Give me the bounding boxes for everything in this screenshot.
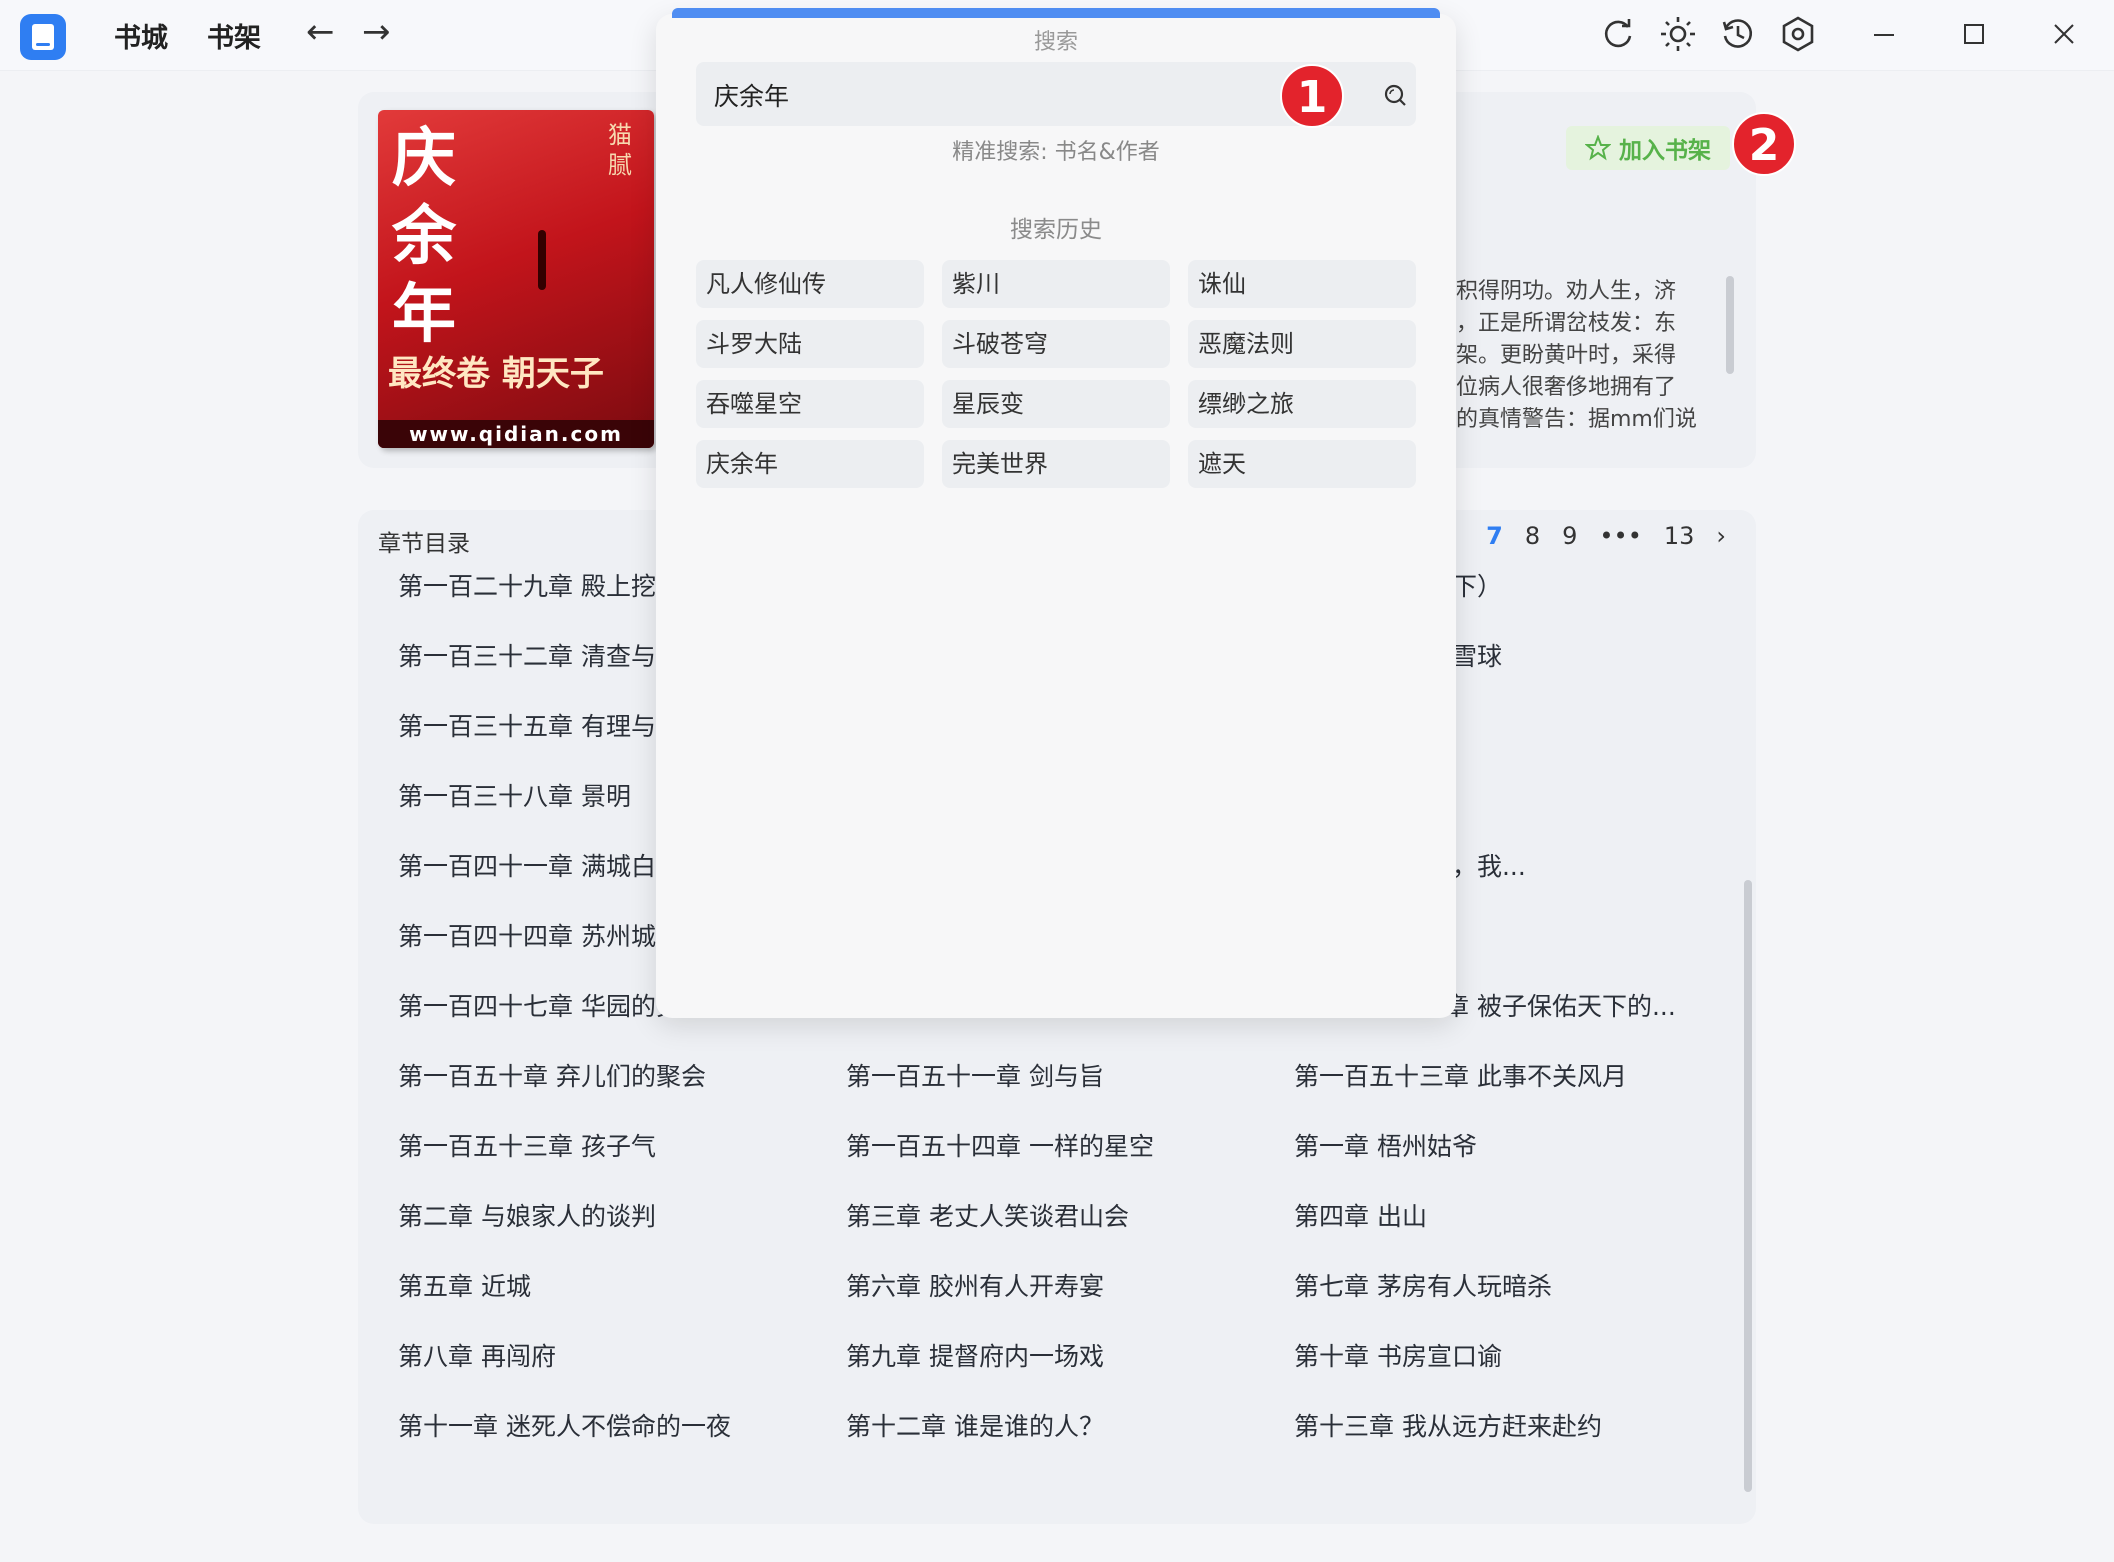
cover-author: 猫腻 <box>608 121 632 179</box>
description-line: 位病人很奢侈地拥有了 <box>1456 375 1677 400</box>
cover-figure <box>538 230 546 290</box>
chapter-item[interactable]: 第一章 梧州姑爷 <box>1294 1132 1714 1162</box>
description-scrollbar[interactable] <box>1726 276 1734 374</box>
page-7[interactable]: 7 <box>1486 522 1503 550</box>
cover-subtitle: 最终卷 朝天子 <box>388 354 604 394</box>
description-line: ，正是所谓岔枝发：东 <box>1456 311 1677 336</box>
search-history-item[interactable]: 缥缈之旅 <box>1188 380 1416 428</box>
chapter-item[interactable]: 第一百五十一章 剑与旨 <box>846 1062 1266 1092</box>
book-description: 积得阴功。劝人生，济 ，正是所谓岔枝发：东 架。更盼黄叶时，采得 位病人很奢侈地… <box>1456 276 1724 436</box>
history-icon[interactable] <box>1718 14 1758 54</box>
refresh-icon[interactable] <box>1598 14 1638 54</box>
close-icon[interactable] <box>2044 14 2084 54</box>
annotation-badge-2: 2 <box>1732 112 1796 176</box>
chapter-item[interactable]: 第十二章 谁是谁的人？ <box>846 1412 1266 1442</box>
maximize-icon[interactable] <box>1954 14 1994 54</box>
chapter-item[interactable]: 第十章 书房宣口谕 <box>1294 1342 1714 1372</box>
chapter-item[interactable]: 第七章 茅房有人玩暗杀 <box>1294 1272 1714 1302</box>
chapter-item[interactable]: 第一百五十四章 一样的星空 <box>846 1132 1266 1162</box>
chapter-item[interactable]: 第八章 再闯府 <box>398 1342 818 1372</box>
theme-brightness-icon[interactable] <box>1658 14 1698 54</box>
search-history-title: 搜索历史 <box>1010 217 1102 243</box>
chapter-item[interactable]: 第一百五十章 弃儿们的聚会 <box>398 1062 818 1092</box>
chapter-row: 第八章 再闯府 第九章 提督府内一场戏 第十章 书房宣口谕 <box>398 1342 1738 1412</box>
search-history-item[interactable]: 斗罗大陆 <box>696 320 924 368</box>
search-history-item[interactable]: 星辰变 <box>942 380 1170 428</box>
chapter-item[interactable]: 第九章 提督府内一场戏 <box>846 1342 1266 1372</box>
page-ellipsis[interactable]: ••• <box>1599 522 1641 550</box>
search-history-item[interactable]: 诛仙 <box>1188 260 1416 308</box>
chapter-item[interactable]: 第四章 出山 <box>1294 1202 1714 1232</box>
search-history-item[interactable]: 恶魔法则 <box>1188 320 1416 368</box>
chapter-item[interactable]: 第五章 近城 <box>398 1272 818 1302</box>
pagination: 7 8 9 ••• 13 › <box>1486 522 1726 550</box>
search-history-item[interactable]: 斗破苍穹 <box>942 320 1170 368</box>
chapter-item[interactable]: 第一百五十三章 此事不关风月 <box>1294 1062 1714 1092</box>
chapter-row: 第五章 近城 第六章 胶州有人开寿宴 第七章 茅房有人玩暗杀 <box>398 1272 1738 1342</box>
forward-arrow-icon[interactable]: → <box>362 12 391 52</box>
description-line: 积得阴功。劝人生，济 <box>1456 279 1677 304</box>
chapter-row: 第一百五十三章 孩子气 第一百五十四章 一样的星空 第一章 梧州姑爷 <box>398 1132 1738 1202</box>
search-popover-title: 搜索 <box>1033 30 1078 55</box>
cover-title: 庆余年 <box>392 121 456 352</box>
star-icon <box>1585 135 1611 161</box>
minimize-icon[interactable] <box>1864 14 1904 54</box>
chapter-item[interactable]: 第三章 老丈人笑谈君山会 <box>846 1202 1266 1232</box>
chapter-item[interactable]: 第十一章 迷死人不偿命的一夜 <box>398 1412 818 1442</box>
precise-search-hint: 精准搜索: 书名&作者 <box>952 140 1160 165</box>
chapter-row: 第二章 与娘家人的谈判 第三章 老丈人笑谈君山会 第四章 出山 <box>398 1202 1738 1272</box>
chapter-item[interactable]: 第十三章 我从远方赶来赴约 <box>1294 1412 1714 1442</box>
search-history-item[interactable]: 凡人修仙传 <box>696 260 924 308</box>
page-9[interactable]: 9 <box>1562 522 1577 550</box>
annotation-badge-1: 1 <box>1280 64 1344 128</box>
description-line: 的真情警告：据mm们说 <box>1456 407 1697 432</box>
search-input[interactable] <box>712 74 1276 116</box>
back-arrow-icon[interactable]: ← <box>306 12 335 52</box>
search-history-item[interactable]: 吞噬星空 <box>696 380 924 428</box>
add-to-shelf-label: 加入书架 <box>1619 138 1711 164</box>
search-history-item[interactable]: 紫川 <box>942 260 1170 308</box>
page-13[interactable]: 13 <box>1664 522 1695 550</box>
add-to-shelf-button[interactable]: 加入书架 <box>1566 126 1730 170</box>
chapter-list-title: 章节目录 <box>378 531 470 557</box>
chapter-item[interactable]: 第二章 与娘家人的谈判 <box>398 1202 818 1232</box>
next-page-icon[interactable]: › <box>1716 522 1726 550</box>
search-history-item[interactable]: 遮天 <box>1188 440 1416 488</box>
search-icon[interactable] <box>1382 82 1408 108</box>
search-popover: 搜索 精准搜索: 书名&作者 搜索历史 凡人修仙传紫川诛仙斗罗大陆斗破苍穹恶魔法… <box>656 8 1456 1018</box>
page-8[interactable]: 8 <box>1525 522 1540 550</box>
popover-accent-bar <box>672 8 1440 18</box>
description-line: 架。更盼黄叶时，采得 <box>1456 343 1677 368</box>
book-cover: 庆余年 猫腻 最终卷 朝天子 www.qidian.com <box>378 110 654 448</box>
chapter-row: 第十一章 迷死人不偿命的一夜 第十二章 谁是谁的人？ 第十三章 我从远方赶来赴约 <box>398 1412 1738 1482</box>
tab-bookshelf[interactable]: 书架 <box>207 16 261 55</box>
tab-bookstore[interactable]: 书城 <box>114 16 168 55</box>
chapter-row: 第一百五十章 弃儿们的聚会 第一百五十一章 剑与旨 第一百五十三章 此事不关风月 <box>398 1062 1738 1132</box>
chapter-scrollbar[interactable] <box>1744 880 1752 1492</box>
search-history-item[interactable]: 庆余年 <box>696 440 924 488</box>
settings-icon[interactable] <box>1778 14 1818 54</box>
app-logo-icon <box>20 14 66 60</box>
search-history-item[interactable]: 完美世界 <box>942 440 1170 488</box>
chapter-item[interactable]: 第六章 胶州有人开寿宴 <box>846 1272 1266 1302</box>
chapter-item[interactable]: 第一百五十三章 孩子气 <box>398 1132 818 1162</box>
cover-url: www.qidian.com <box>378 420 654 448</box>
